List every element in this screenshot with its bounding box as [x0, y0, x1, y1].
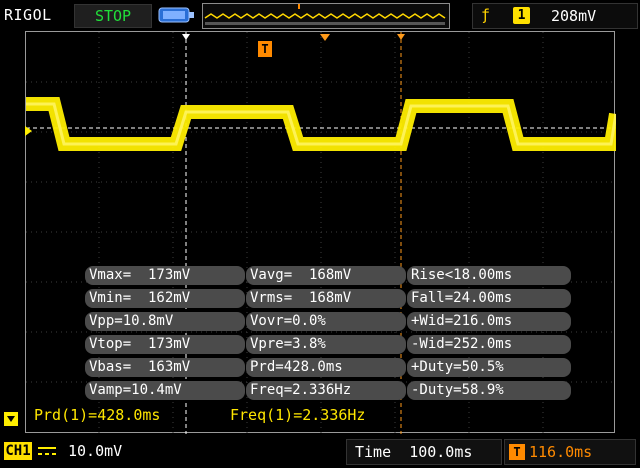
meas-pduty: +Duty=50.5% [407, 358, 571, 377]
channel-offset-arrow-icon [4, 412, 18, 426]
measurement-row: Vpp=10.8mV Vovr=0.0% +Wid=216.0ms [85, 312, 571, 331]
trigger-settings[interactable]: ƒ 1 208mV [472, 3, 638, 29]
timebase-box[interactable]: Time 100.0ms [346, 439, 502, 465]
trigger-offset-box[interactable]: T 116.0ms [504, 439, 636, 465]
measurement-row: Vbas= 163mV Prd=428.0ms +Duty=50.5% [85, 358, 571, 377]
frequency-readout: Freq(1)=2.336Hz [230, 406, 366, 424]
time-per-div: 100.0ms [409, 443, 473, 461]
measurement-row: Vtop= 173mV Vpre=3.8% -Wid=252.0ms [85, 335, 571, 354]
meas-prd: Prd=428.0ms [246, 358, 406, 377]
top-status-bar: RIGOL STOP ƒ 1 208mV [0, 0, 640, 31]
run-stop-indicator[interactable]: STOP [74, 4, 152, 28]
volts-per-div[interactable]: 10.0mV [68, 442, 122, 460]
trigger-offset-value: 116.0ms [529, 443, 593, 461]
meas-vmax: Vmax= 173mV [85, 266, 245, 285]
measurement-row: Vamp=10.4mV Freq=2.336Hz -Duty=58.9% [85, 381, 571, 400]
trigger-level-value: 208mV [551, 7, 597, 25]
measurement-table: Vmax= 173mV Vavg= 168mV Rise<18.00ms Vmi… [85, 266, 571, 400]
cursor-a-marker [182, 34, 190, 40]
meas-nduty: -Duty=58.9% [407, 381, 571, 400]
rising-edge-icon: ƒ [481, 6, 491, 24]
time-label: Time [355, 443, 392, 461]
meas-vavg: Vavg= 168mV [246, 266, 406, 285]
meas-fall: Fall=24.00ms [407, 289, 571, 308]
meas-vamp: Vamp=10.4mV [85, 381, 245, 400]
meas-vtop: Vtop= 173mV [85, 335, 245, 354]
meas-vbas: Vbas= 163mV [85, 358, 245, 377]
brand-label: RIGOL [4, 6, 52, 24]
timebase-label: Time 100.0ms [355, 443, 472, 461]
channel1-badge[interactable]: CH1 [4, 442, 32, 460]
meas-vovr: Vovr=0.0% [246, 312, 406, 331]
usb-storage-icon [158, 7, 194, 23]
channel-ground-marker [25, 126, 32, 136]
trigger-offset-icon: T [509, 444, 525, 460]
period-readout: Prd(1)=428.0ms [34, 406, 161, 424]
memory-depth-indicator [202, 3, 450, 29]
meas-vmin: Vmin= 162mV [85, 289, 245, 308]
meas-nwid: -Wid=252.0ms [407, 335, 571, 354]
memory-waveform-icon [204, 4, 446, 25]
meas-vrms: Vrms= 168mV [246, 289, 406, 308]
dc-coupling-icon [38, 447, 56, 455]
meas-pwid: +Wid=216.0ms [407, 312, 571, 331]
trigger-marker: T [258, 41, 272, 57]
measurement-row: Vmax= 173mV Vavg= 168mV Rise<18.00ms [85, 266, 571, 285]
meas-vpp: Vpp=10.8mV [85, 312, 245, 331]
bottom-status-bar: CH1 10.0mV Time 100.0ms T 116.0ms [0, 436, 640, 468]
trigger-source-badge: 1 [513, 7, 530, 24]
measurement-row: Vmin= 162mV Vrms= 168mV Fall=24.00ms [85, 289, 571, 308]
meas-rise: Rise<18.00ms [407, 266, 571, 285]
meas-vpre: Vpre=3.8% [246, 335, 406, 354]
waveform-trace [26, 97, 616, 151]
cursor-b-marker [397, 34, 405, 40]
meas-freq: Freq=2.336Hz [246, 381, 406, 400]
